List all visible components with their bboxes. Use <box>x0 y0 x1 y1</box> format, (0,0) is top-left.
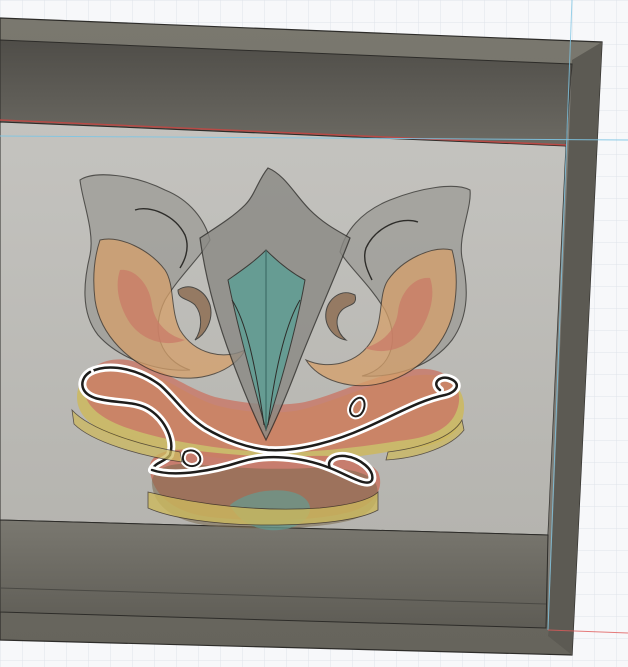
design-viewport[interactable] <box>0 0 628 667</box>
viewport-canvas[interactable] <box>0 0 628 667</box>
box-front-wall <box>0 519 549 629</box>
